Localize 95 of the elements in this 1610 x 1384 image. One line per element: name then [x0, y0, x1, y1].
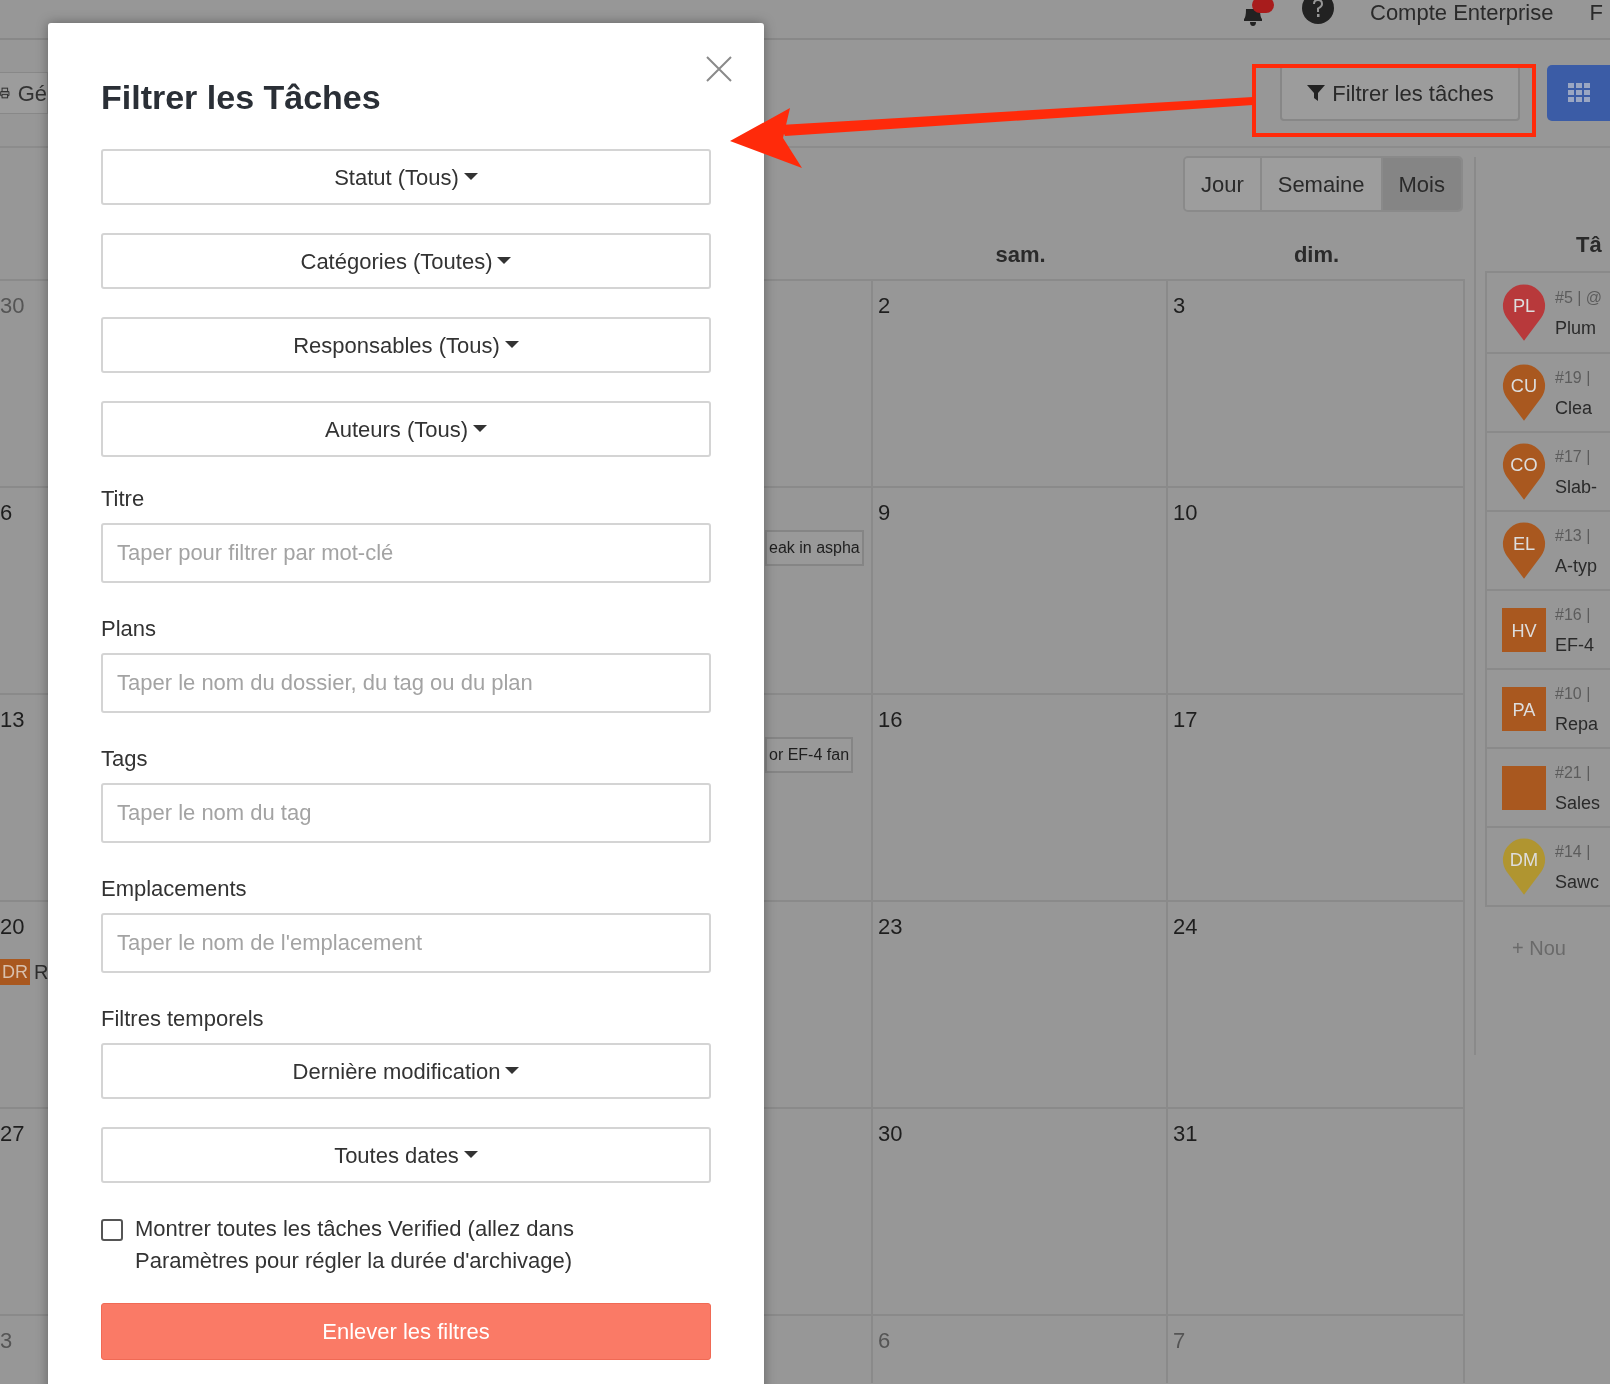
day-number: 13 — [0, 706, 26, 734]
field-label: Emplacements — [101, 875, 247, 903]
filter-icon — [1306, 83, 1327, 103]
day-number: 27 — [0, 1120, 26, 1148]
task-number: #17 | — [1555, 446, 1592, 467]
caret-icon — [505, 1067, 520, 1075]
task-title: Slab- — [1555, 475, 1598, 499]
grid-icon — [1567, 83, 1590, 103]
event-chip[interactable]: or EF-4 fan — [765, 737, 854, 773]
task-item[interactable]: PL #5 | @ Plum — [1487, 273, 1610, 352]
filter-dropdown[interactable]: Responsables (Tous) — [101, 317, 711, 373]
weekday-header: sam. — [995, 241, 1046, 269]
task-item[interactable]: CU #19 | Clea — [1487, 352, 1610, 431]
map-pin-icon: CO — [1501, 441, 1547, 502]
field-label: Titre — [101, 485, 145, 513]
day-number: 30 — [0, 292, 26, 320]
filter-dropdown[interactable]: Dernière modification — [101, 1043, 711, 1099]
day-number: 10 — [1173, 500, 1198, 525]
print-button[interactable]: Gé — [0, 72, 48, 114]
view-tab[interactable]: Semaine — [1259, 158, 1381, 210]
printer-icon — [0, 85, 10, 101]
filter-dropdown[interactable]: Catégories (Toutes) — [101, 233, 711, 289]
task-number: #16 | — [1555, 604, 1592, 625]
task-number: #10 | — [1555, 683, 1592, 704]
filter-dropdown[interactable]: Auteurs (Tous) — [101, 401, 711, 457]
day-number: 31 — [1173, 1121, 1198, 1146]
square-marker-icon: HV — [1502, 607, 1546, 652]
weekday-header: dim. — [1293, 241, 1340, 269]
field-label: Plans — [101, 615, 157, 643]
caret-icon — [463, 1151, 478, 1159]
caret-icon — [473, 425, 488, 433]
day-number: 6 — [878, 1328, 891, 1353]
day-number: 16 — [878, 707, 903, 732]
filter-tasks-button[interactable]: Filtrer les tâches — [1280, 65, 1520, 121]
task-title: Clea — [1555, 396, 1593, 420]
map-pin-icon: DM — [1501, 836, 1547, 897]
map-pin-icon: EL — [1501, 520, 1547, 581]
day-number: 30 — [878, 1121, 903, 1146]
task-item[interactable]: EL #13 | A-typ — [1487, 510, 1610, 589]
task-title: Repa — [1555, 712, 1599, 736]
caret-icon — [504, 341, 519, 349]
task-item[interactable]: #21 | Sales — [1487, 747, 1610, 826]
day-number: 23 — [878, 914, 903, 939]
caret-icon — [497, 257, 512, 265]
clear-filters-button[interactable]: Enlever les filtres — [101, 1303, 711, 1360]
filter-dropdown[interactable]: Toutes dates — [101, 1127, 711, 1183]
account-menu[interactable]: Compte Enterprise — [1370, 0, 1554, 29]
task-title: Sales — [1555, 791, 1601, 815]
event-title[interactable]: R — [34, 957, 49, 987]
checkbox-label: Montrer toutes les tâches Verified (allez dans Paramètres pour régler la durée d'archivage) — [135, 1215, 575, 1275]
checkbox[interactable] — [101, 1219, 123, 1241]
view-tab[interactable]: Mois — [1380, 158, 1461, 210]
day-number: 20 — [0, 913, 26, 941]
day-number: 24 — [1173, 914, 1198, 939]
day-number: 7 — [1173, 1328, 1186, 1353]
input-field[interactable]: Taper le nom de l'emplacement — [101, 913, 711, 973]
day-number: 2 — [878, 293, 891, 318]
caret-icon — [463, 173, 478, 181]
input-field[interactable]: Taper le nom du dossier, du tag ou du plan — [101, 653, 711, 713]
close-icon[interactable] — [706, 56, 732, 82]
task-title: EF-4 — [1555, 633, 1594, 657]
task-item[interactable]: PA #10 | Repa — [1487, 668, 1610, 747]
event-chip[interactable]: eak in aspha — [765, 530, 864, 566]
day-number: 3 — [1173, 293, 1186, 318]
grid-view-button[interactable] — [1547, 65, 1610, 121]
dialog-title: Filtrer les Tâches — [101, 77, 382, 118]
field-label: Tags — [101, 745, 148, 773]
map-pin-icon: CU — [1501, 362, 1547, 423]
assignee-badge: DR — [0, 959, 30, 985]
input-field[interactable]: Taper le nom du tag — [101, 783, 711, 843]
task-item[interactable]: CO #17 | Slab- — [1487, 431, 1610, 510]
task-item[interactable]: HV #16 | EF-4 — [1487, 589, 1610, 668]
task-item[interactable]: DM #14 | Sawc — [1487, 826, 1610, 905]
view-tab[interactable]: Jour — [1184, 158, 1260, 210]
input-field[interactable]: Taper pour filtrer par mot-clé — [101, 523, 711, 583]
task-title: A-typ — [1555, 554, 1597, 578]
task-number: #5 | @ — [1555, 287, 1603, 308]
task-number: #14 | — [1555, 841, 1592, 862]
top-menu-item[interactable]: F — [1589, 0, 1603, 29]
day-number: 3 — [0, 1327, 14, 1355]
day-number: 6 — [0, 499, 14, 527]
filter-dropdown[interactable]: Statut (Tous) — [101, 149, 711, 205]
task-number: #21 | — [1555, 762, 1592, 783]
map-pin-icon: PL — [1501, 282, 1547, 343]
task-title: Sawc — [1555, 870, 1599, 894]
field-label: Filtres temporels — [101, 1005, 264, 1033]
task-number: #13 | — [1555, 525, 1592, 546]
square-marker-icon: PA — [1502, 686, 1546, 731]
task-title: Plum — [1555, 316, 1597, 340]
day-number: 9 — [878, 500, 891, 525]
notification-badge — [1252, 0, 1274, 13]
task-number: #19 | — [1555, 367, 1592, 388]
square-marker-icon — [1502, 765, 1546, 810]
panel-heading: Tâ — [1576, 231, 1602, 259]
day-number: 17 — [1173, 707, 1198, 732]
